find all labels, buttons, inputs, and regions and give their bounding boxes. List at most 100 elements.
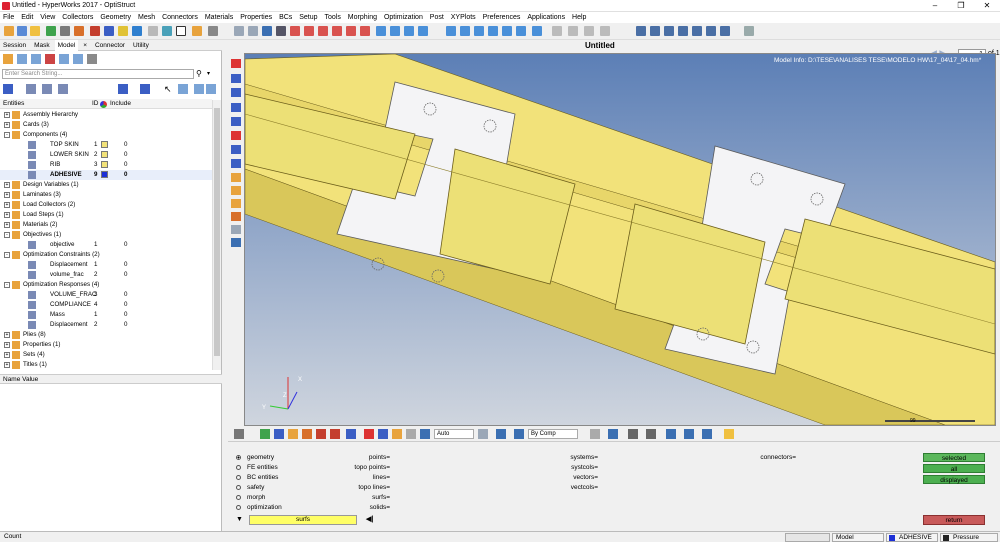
browser-expand-icon[interactable] — [31, 54, 41, 64]
tree-item[interactable]: ADHESIVE 9 0 — [0, 170, 212, 180]
id-column-header[interactable]: ID — [92, 99, 99, 109]
comp-display-icon[interactable] — [140, 84, 150, 94]
comp-feature-icon[interactable] — [302, 429, 312, 439]
display-icon[interactable] — [262, 26, 272, 36]
delete-cross-icon[interactable] — [364, 429, 374, 439]
rotate-right-icon[interactable] — [304, 26, 314, 36]
comp-shade-icon[interactable] — [260, 429, 270, 439]
tree-item[interactable]: + Assembly Hierarchy — [0, 110, 212, 120]
mesh-display-icon[interactable] — [276, 26, 286, 36]
tree-item[interactable]: TOP SKIN 1 0 — [0, 140, 212, 150]
geometry-style-icon[interactable] — [478, 429, 488, 439]
tab-model[interactable]: Model — [54, 40, 79, 51]
menu-bcs[interactable]: BCs — [277, 12, 294, 23]
view-cube-icon[interactable] — [684, 429, 694, 439]
radio-fe-entities[interactable]: FE entities — [236, 463, 278, 473]
radio-geometry-dot[interactable] — [236, 454, 241, 460]
view-side-icon[interactable] — [418, 26, 428, 36]
menu-help[interactable]: Help — [570, 12, 588, 23]
tree-item[interactable]: - Objectives (1) — [0, 230, 212, 240]
expand-icon[interactable]: + — [4, 332, 10, 338]
tree-item[interactable]: Mass 1 0 — [0, 310, 212, 320]
tree-item[interactable]: VOLUME_FRAC 3 0 — [0, 290, 212, 300]
rotate-left-icon[interactable] — [290, 26, 300, 36]
menu-tools[interactable]: Tools — [323, 12, 343, 23]
graphics-viewport[interactable]: X Z Y — [244, 53, 996, 426]
radio-bc-dot[interactable] — [236, 474, 241, 480]
browser-settings-icon[interactable] — [87, 54, 97, 64]
entities-column-header[interactable]: Entities — [3, 99, 24, 109]
snap-icon[interactable] — [552, 26, 562, 36]
run-solver-icon[interactable] — [74, 26, 84, 36]
measure-icon[interactable] — [568, 26, 578, 36]
copy-icon[interactable] — [248, 26, 258, 36]
menu-view[interactable]: View — [38, 12, 57, 23]
tree-item[interactable]: + Laminates (3) — [0, 190, 212, 200]
radio-geometry[interactable]: geometry — [236, 453, 274, 463]
open-model-icon[interactable] — [4, 26, 14, 36]
tools-icon[interactable] — [60, 26, 70, 36]
browser-hide-icon[interactable] — [73, 54, 83, 64]
displayed-button[interactable]: displayed — [923, 475, 985, 484]
undo-icon[interactable] — [192, 26, 202, 36]
zoom-in-icon[interactable] — [460, 26, 470, 36]
view-icon[interactable] — [162, 26, 172, 36]
redo-icon[interactable] — [208, 26, 218, 36]
menu-materials[interactable]: Materials — [203, 12, 235, 23]
browser-view-icon[interactable] — [3, 54, 13, 64]
tree-item[interactable]: objective 1 0 — [0, 240, 212, 250]
elem-style-icon[interactable] — [590, 429, 600, 439]
delete-vertical-icon[interactable] — [231, 59, 241, 68]
tree-item[interactable]: COMPLIANCE 4 0 — [0, 300, 212, 310]
rotate-up-icon[interactable] — [318, 26, 328, 36]
translate-icon[interactable] — [231, 145, 241, 154]
save-model-icon[interactable] — [17, 26, 27, 36]
box-select-icon[interactable] — [378, 429, 388, 439]
search-options-icon[interactable]: ▾ — [207, 70, 210, 77]
radio-morph[interactable]: morph — [236, 493, 265, 503]
auto-select[interactable]: Auto — [434, 429, 474, 439]
collapse-icon[interactable]: - — [4, 282, 10, 288]
layout-1-icon[interactable] — [636, 26, 646, 36]
menu-connectors[interactable]: Connectors — [160, 12, 200, 23]
tab-close-icon[interactable]: × — [80, 40, 90, 51]
material-icon[interactable] — [148, 26, 158, 36]
radio-bc-entities[interactable]: BC entities — [236, 473, 278, 483]
delete-icon[interactable] — [90, 26, 100, 36]
view-front-icon[interactable] — [404, 26, 414, 36]
expand-icon[interactable]: + — [4, 362, 10, 368]
browser-filter-icon[interactable] — [17, 54, 27, 64]
tree-item[interactable]: + Load Steps (1) — [0, 210, 212, 220]
search-icon[interactable]: ⚲ — [196, 69, 202, 78]
expand-icon[interactable]: + — [4, 122, 10, 128]
radio-optimization[interactable]: optimization — [236, 503, 282, 513]
comp-isolate-icon[interactable] — [346, 429, 356, 439]
tree-item[interactable]: + Materials (2) — [0, 220, 212, 230]
entity-show-icon[interactable] — [26, 84, 36, 94]
import-icon[interactable] — [30, 26, 40, 36]
menu-optimization[interactable]: Optimization — [382, 12, 425, 23]
comp-remove-icon[interactable] — [330, 429, 340, 439]
eye-hide-icon[interactable] — [206, 84, 216, 94]
expand-icon[interactable]: + — [4, 222, 10, 228]
model-view[interactable]: X Z Y — [244, 53, 996, 426]
legend-icon[interactable] — [231, 238, 241, 247]
zoom-fit-icon[interactable] — [446, 26, 456, 36]
view-top-icon[interactable] — [390, 26, 400, 36]
tree-item[interactable]: RIB 3 0 — [0, 160, 212, 170]
menu-mesh[interactable]: Mesh — [136, 12, 157, 23]
tree-item[interactable]: LOWER SKIN 2 0 — [0, 150, 212, 160]
tree-item[interactable]: + Titles (1) — [0, 360, 212, 370]
plane-icon[interactable] — [646, 429, 656, 439]
tree-item[interactable]: + Plies (8) — [0, 330, 212, 340]
tree-item[interactable]: Displacement 1 0 — [0, 260, 212, 270]
menu-morphing[interactable]: Morphing — [346, 12, 379, 23]
expand-icon[interactable]: + — [4, 182, 10, 188]
radio-fe-dot[interactable] — [236, 464, 241, 470]
expand-icon[interactable]: + — [4, 342, 10, 348]
rotate-icon[interactable] — [488, 26, 498, 36]
expand-icon[interactable]: + — [4, 202, 10, 208]
component-color-swatch[interactable] — [101, 161, 108, 168]
close-icon[interactable]: ✕ — [974, 0, 1000, 12]
menu-collectors[interactable]: Collectors — [60, 12, 95, 23]
